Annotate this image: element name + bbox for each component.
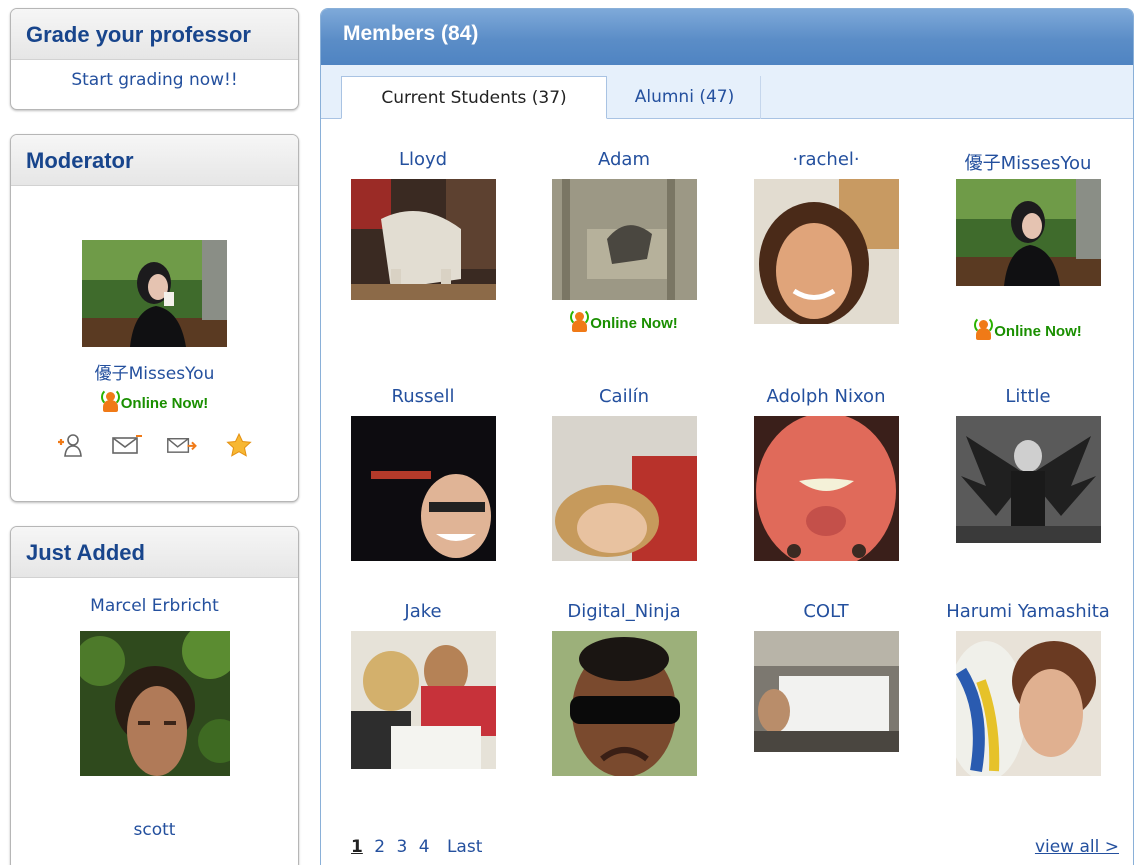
member-name[interactable]: Little	[928, 386, 1128, 410]
pagination: 1 2 3 4 Last	[351, 837, 488, 857]
just-added-title: Just Added	[11, 527, 298, 578]
start-grading-link[interactable]: Start grading now!!	[71, 70, 237, 90]
member-card: Digital_Ninja	[524, 601, 724, 776]
add-friend-icon[interactable]	[54, 432, 88, 458]
page-link-last[interactable]: Last	[447, 837, 482, 857]
member-name[interactable]: Russell	[323, 386, 523, 410]
just-added-box: Just Added Marcel Erbricht scott	[10, 526, 299, 865]
moderator-box: Moderator 優子MissesYou Online Now!	[10, 134, 299, 502]
member-photo[interactable]	[753, 179, 899, 324]
moderator-name-link[interactable]: 優子MissesYou	[95, 364, 215, 384]
favorite-star-icon[interactable]	[222, 432, 256, 458]
page-link-1[interactable]: 1	[351, 837, 363, 857]
member-card: Little	[928, 386, 1128, 543]
member-name[interactable]: Harumi Yamashita	[928, 601, 1128, 625]
member-card: Harumi Yamashita	[928, 601, 1128, 776]
member-online-status: Online Now!	[570, 308, 678, 332]
view-all-link[interactable]: view all >	[1035, 837, 1119, 857]
members-panel: Members (84) Current Students (37) Alumn…	[320, 8, 1134, 865]
member-card: 優子MissesYou Online Now!	[928, 149, 1128, 344]
moderator-actions	[11, 432, 298, 458]
member-card: Russell	[323, 386, 523, 561]
moderator-avatar[interactable]	[82, 240, 227, 347]
member-card: Lloyd	[323, 149, 523, 300]
member-online-status: Online Now!	[974, 316, 1082, 340]
member-photo[interactable]	[551, 631, 697, 776]
online-person-icon	[570, 308, 590, 332]
member-card: COLT	[726, 601, 926, 752]
online-person-icon	[100, 388, 120, 412]
online-label: Online Now!	[120, 395, 209, 412]
member-name[interactable]: Lloyd	[323, 149, 523, 173]
member-photo[interactable]	[955, 416, 1101, 543]
moderator-title: Moderator	[11, 135, 298, 186]
member-photo[interactable]	[350, 631, 496, 769]
member-name[interactable]: Adam	[524, 149, 724, 173]
message-icon[interactable]	[110, 432, 144, 458]
member-name[interactable]: Jake	[323, 601, 523, 625]
grade-professor-box: Grade your professor Start grading now!!	[10, 8, 299, 110]
member-photo[interactable]	[551, 179, 697, 300]
member-name[interactable]: Digital_Ninja	[524, 601, 724, 625]
page-link-2[interactable]: 2	[374, 837, 385, 857]
member-name[interactable]: Adolph Nixon	[726, 386, 926, 410]
member-name[interactable]: 優子MissesYou	[928, 149, 1128, 173]
member-card: Cailín	[524, 386, 724, 561]
members-tabbar: Current Students (37) Alumni (47)	[321, 65, 1133, 119]
member-photo[interactable]	[753, 631, 899, 752]
just-added-name-link[interactable]: Marcel Erbricht	[90, 596, 219, 616]
page-link-4[interactable]: 4	[419, 837, 430, 857]
member-card: Jake	[323, 601, 523, 769]
just-added-name2-link[interactable]: scott	[134, 820, 176, 840]
online-label: Online Now!	[590, 315, 678, 332]
page-link-3[interactable]: 3	[396, 837, 407, 857]
member-name[interactable]: COLT	[726, 601, 926, 625]
moderator-online-status: Online Now!	[100, 388, 209, 412]
member-photo[interactable]	[350, 416, 496, 561]
member-name[interactable]: ·rachel·	[726, 149, 926, 173]
online-label: Online Now!	[994, 323, 1082, 340]
just-added-avatar[interactable]	[79, 631, 230, 776]
member-photo[interactable]	[350, 179, 496, 300]
forward-message-icon[interactable]	[166, 432, 200, 458]
member-card: Adam Online Now!	[524, 149, 724, 336]
member-photo[interactable]	[753, 416, 899, 561]
grade-professor-title: Grade your professor	[11, 9, 298, 60]
members-title: Members (84)	[321, 9, 1133, 65]
member-photo[interactable]	[551, 416, 697, 561]
member-photo[interactable]	[955, 179, 1101, 286]
tab-current-students[interactable]: Current Students (37)	[341, 76, 607, 119]
member-card: ·rachel·	[726, 149, 926, 324]
member-card: Adolph Nixon	[726, 386, 926, 561]
member-photo[interactable]	[955, 631, 1101, 776]
online-person-icon	[974, 316, 994, 340]
tab-alumni[interactable]: Alumni (47)	[609, 76, 761, 119]
member-name[interactable]: Cailín	[524, 386, 724, 410]
